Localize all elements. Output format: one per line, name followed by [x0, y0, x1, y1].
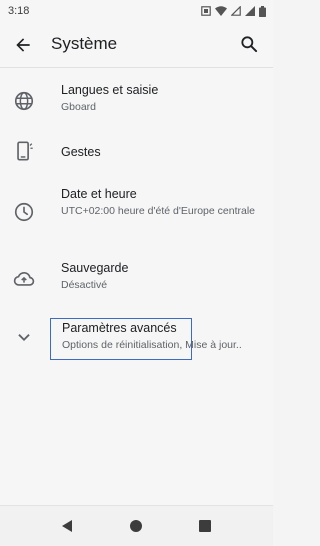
battery-icon	[259, 5, 266, 17]
setting-date-time[interactable]: Date et heure UTC+02:00 heure d'été d'Eu…	[0, 186, 273, 246]
setting-title: Paramètres avancés	[62, 321, 177, 335]
nav-home-icon[interactable]	[128, 518, 144, 534]
setting-text: Langues et saisie Gboard	[61, 82, 266, 114]
search-icon[interactable]	[239, 34, 259, 54]
setting-text: Gestes	[61, 144, 266, 160]
setting-subtitle: Désactivé	[61, 279, 108, 291]
status-bar: 3:18	[0, 0, 273, 22]
gestures-phone-icon	[17, 141, 33, 161]
signal-icon	[245, 6, 255, 16]
back-arrow-icon[interactable]	[13, 35, 33, 55]
globe-icon	[14, 91, 34, 111]
cloud-upload-icon	[13, 271, 35, 286]
setting-subtitle: Gboard	[61, 101, 97, 113]
status-icons	[201, 5, 266, 17]
setting-title: Gestes	[61, 145, 101, 159]
setting-text: Sauvegarde Désactivé	[61, 260, 266, 292]
notification-box-icon	[201, 6, 211, 16]
chevron-down-icon	[18, 334, 30, 342]
clock-icon	[14, 202, 34, 222]
setting-title: Date et heure	[61, 187, 137, 201]
setting-languages-input[interactable]: Langues et saisie Gboard	[0, 82, 273, 128]
setting-advanced[interactable]: Paramètres avancés Options de réinitiali…	[0, 318, 273, 360]
wifi-icon	[215, 6, 227, 16]
setting-text-focused: Paramètres avancés Options de réinitiali…	[50, 318, 242, 360]
screen: 3:18 Système Langues et saisie Gboard Ge…	[0, 0, 273, 546]
setting-backup[interactable]: Sauvegarde Désactivé	[0, 260, 273, 300]
setting-gestures[interactable]: Gestes	[0, 138, 273, 168]
setting-text: Date et heure UTC+02:00 heure d'été d'Eu…	[61, 186, 266, 218]
signal-empty-icon	[231, 6, 241, 16]
setting-title: Sauvegarde	[61, 261, 129, 275]
page-title: Système	[51, 34, 118, 53]
app-bar: Système	[0, 22, 273, 68]
nav-back-icon[interactable]	[59, 518, 75, 534]
navigation-bar	[0, 505, 273, 546]
nav-recents-icon[interactable]	[197, 518, 213, 534]
setting-subtitle: Options de réinitialisation, Mise à jour…	[62, 339, 242, 351]
setting-subtitle: UTC+02:00 heure d'été d'Europe centrale	[61, 205, 256, 217]
setting-title: Langues et saisie	[61, 83, 159, 97]
status-time: 3:18	[8, 5, 30, 17]
